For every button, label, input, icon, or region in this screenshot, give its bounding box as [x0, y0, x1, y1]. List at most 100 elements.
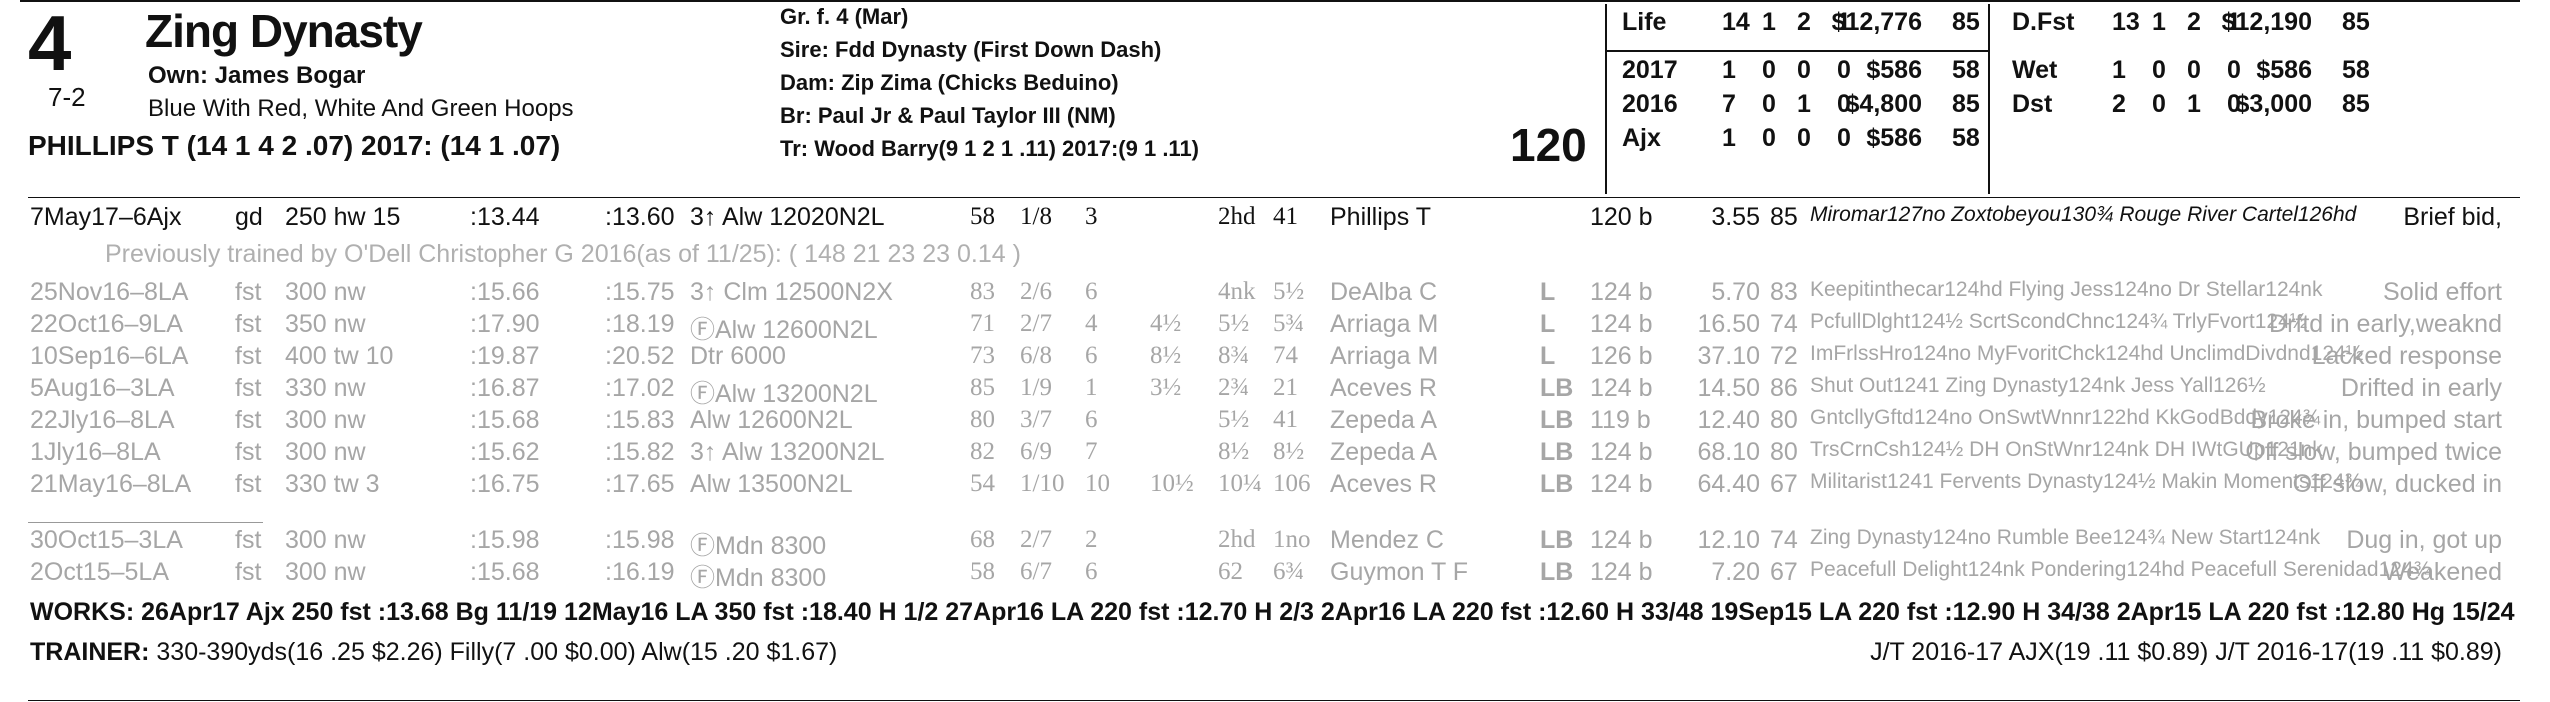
race-f1: :15.68: [470, 406, 540, 434]
stat-stats_right-1-w: 0: [2152, 56, 2166, 84]
bottom-rule: [28, 700, 2520, 701]
race-wt: 124 b: [1590, 278, 1653, 306]
race-fin: 5¾: [1273, 310, 1305, 337]
stat-stats_right-1-label: Wet: [2012, 56, 2058, 84]
stat-stats_left-0-speed: 85: [1952, 8, 1980, 36]
race-jky: Arriaga M: [1330, 310, 1439, 338]
race-spd: 54: [970, 470, 995, 497]
race-jky: Mendez C: [1330, 526, 1444, 554]
stat-stats_left-1-label: 2017: [1622, 56, 1678, 84]
race-st: 10: [1085, 470, 1110, 497]
race-jky: Zepeda A: [1330, 406, 1438, 434]
race-f2: :13.60: [605, 203, 675, 231]
race-c1: 8½: [1150, 342, 1182, 369]
race-spd: 58: [970, 203, 995, 230]
race-f1: :17.90: [470, 310, 540, 338]
race-fin: 41: [1273, 406, 1298, 433]
race-comp: Zing Dynasty124no Rumble Bee124¾ New Sta…: [1810, 526, 2321, 549]
race-comp: GntcllyGftd124no OnSwtWnnr122hd KkGodBdd…: [1810, 406, 2321, 429]
race-st: 2: [1085, 526, 1098, 553]
stat-stats_left-1-w: 0: [1762, 56, 1776, 84]
race-dist: 300 nw: [285, 406, 366, 434]
stat-stats_left-0-label: Life: [1622, 8, 1667, 36]
race-cls: Dtr 6000: [690, 342, 786, 370]
race-date: 22Oct16–9LA: [30, 310, 183, 338]
race-odds: 37.10: [1697, 342, 1760, 370]
race-f1: :16.75: [470, 470, 540, 498]
race-spd: 73: [970, 342, 995, 369]
race-f1: :15.66: [470, 278, 540, 306]
race-st: 1: [1085, 374, 1098, 401]
race-cls: ⒻMdn 8300: [690, 532, 827, 560]
race-sr: 74: [1770, 526, 1798, 554]
race-f1: :16.87: [470, 374, 540, 402]
race-trk: fst: [235, 470, 262, 498]
race-odds: 14.50: [1697, 374, 1760, 402]
race-date: 21May16–8LA: [30, 470, 192, 498]
race-trk: fst: [235, 438, 262, 466]
race-trk: fst: [235, 406, 262, 434]
race-cls: 3↑ Clm 12500N2X: [690, 278, 893, 306]
race-pp: 1/10: [1020, 470, 1065, 497]
race-date: 10Sep16–6LA: [30, 342, 189, 370]
race-jky: DeAlba C: [1330, 278, 1437, 306]
trainer-stats-values: 330-390yds(16 .25 $2.26) Filly(7 .00 $0.…: [149, 638, 838, 666]
race-dist: 330 tw 3: [285, 470, 380, 498]
stat-stats_left-3-p: 0: [1797, 124, 1811, 152]
race-sr: 67: [1770, 558, 1798, 586]
race-f2: :16.19: [605, 558, 675, 586]
race-c2: 8¾: [1218, 342, 1250, 369]
race-jky: Phillips T: [1330, 203, 1431, 231]
race-med: LB: [1540, 470, 1574, 498]
race-comp: Miromar127no Zoxtobeyou130¾ Rouge River …: [1810, 203, 2357, 226]
stat-stats_right-0-speed: 85: [2342, 8, 2370, 36]
race-date: 5Aug16–3LA: [30, 374, 175, 402]
race-med: L: [1540, 342, 1556, 370]
race-comp: Keepitinthecar124hd Flying Jess124no Dr …: [1810, 278, 2323, 301]
race-odds: 68.10: [1697, 438, 1760, 466]
race-cmt: Solid effort: [2382, 278, 2502, 306]
race-st: 7: [1085, 438, 1098, 465]
race-row: 5Aug16–3LA fst 330 nw:16.87:17.02 ⒻAlw 1320…: [0, 374, 2550, 408]
race-trk: fst: [235, 278, 262, 306]
race-c1: 3½: [1150, 374, 1182, 401]
race-st: 3: [1085, 203, 1098, 230]
race-spd: 85: [970, 374, 995, 401]
race-dist: 300 nw: [285, 558, 366, 586]
stats-left-border: [1605, 4, 1607, 194]
race-sr: 85: [1770, 203, 1798, 231]
race-cls: Alw 12600N2L: [690, 406, 853, 434]
race-date: 22Jly16–8LA: [30, 406, 175, 434]
horse-name: Zing Dynasty: [145, 5, 423, 57]
stats-life-rule: [1605, 50, 1988, 52]
stat-stats_left-2-earn: $4,800: [1845, 90, 1922, 118]
race-f2: :17.65: [605, 470, 675, 498]
race-cmt: Broke in, bumped start: [2250, 406, 2502, 434]
stat-stats_left-1-s: 1: [1722, 56, 1736, 84]
stat-stats_left-1-speed: 58: [1952, 56, 1980, 84]
race-odds: 7.20: [1711, 558, 1760, 586]
stat-stats_left-3-earn: $586: [1866, 124, 1922, 152]
race-fin: 8½: [1273, 438, 1305, 465]
race-f2: :17.02: [605, 374, 675, 402]
race-comp: Militarist1241 Fervents Dynasty124½ Maki…: [1810, 470, 2363, 493]
race-cls: Alw 13500N2L: [690, 470, 853, 498]
race-odds: 16.50: [1697, 310, 1760, 338]
race-c1: 4½: [1150, 310, 1182, 337]
breeder: Br: Paul Jr & Paul Taylor III (NM): [780, 103, 1116, 128]
race-pp: 2/7: [1020, 310, 1052, 337]
stat-stats_left-0-p: 2: [1797, 8, 1811, 36]
race-row: 22Jly16–8LA fst 300 nw:15.68:15.83 Alw 1260…: [0, 406, 2550, 436]
works-line: WORKS: 26Apr17 Ajx 250 fst :13.68 Bg 11/…: [30, 598, 2515, 626]
previous-trainer-note: Previously trained by O'Dell Christopher…: [105, 240, 1021, 268]
race-spd: 71: [970, 310, 995, 337]
stat-stats_left-2-speed: 85: [1952, 90, 1980, 118]
race-wt: 124 b: [1590, 310, 1653, 338]
race-trk: gd: [235, 203, 263, 231]
race-f1: :13.44: [470, 203, 540, 231]
stat-stats_right-0-earn: $12,190: [2221, 8, 2312, 36]
stat-stats_right-2-p: 1: [2187, 90, 2201, 118]
race-fin: 106: [1273, 470, 1311, 497]
owner: Own: James Bogar: [148, 62, 366, 89]
stat-stats_right-0-w: 1: [2152, 8, 2166, 36]
